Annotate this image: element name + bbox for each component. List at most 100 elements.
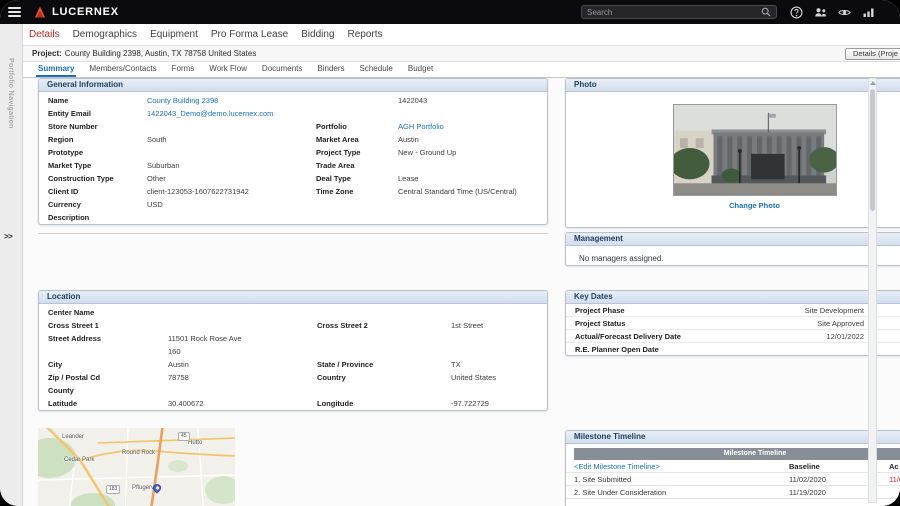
field-label <box>316 198 398 211</box>
subtab-forms[interactable]: Forms <box>170 62 197 77</box>
key-dates-panel: Key Dates Project Phase Site Development… <box>565 290 900 356</box>
subtab-budget[interactable]: Budget <box>406 62 435 77</box>
app-window: LUCERNEX Search Details Demographics Equ… <box>0 0 900 506</box>
tab-reports[interactable]: Reports <box>348 29 383 40</box>
field-value <box>147 211 316 224</box>
field-row: Construction Type Other Deal Type Lease <box>39 172 547 185</box>
change-photo-link[interactable]: Change Photo <box>729 201 780 210</box>
tab-details[interactable]: Details <box>29 29 60 40</box>
field-value: -97.722729 <box>451 399 489 408</box>
content-area: General Information Name County Building… <box>23 78 900 506</box>
management-panel: Management No managers assigned. <box>565 232 900 266</box>
route-shield: 183 <box>106 485 121 494</box>
logo-text: LUCERNEX <box>52 6 119 18</box>
milestone-row: 1. Site Submitted 11/02/2020 11/0 <box>566 473 900 486</box>
subtab-documents[interactable]: Documents <box>260 62 304 77</box>
field-label: Deal Type <box>316 174 351 183</box>
vertical-scrollbar[interactable] <box>868 78 877 503</box>
field-value: New - Ground Up <box>398 148 457 157</box>
field-value: Site Approved <box>817 319 864 328</box>
search-icon[interactable] <box>761 7 771 17</box>
subtab-work-flow[interactable]: Work Flow <box>207 62 249 77</box>
field-row: Client ID client-123053-1607622731942 Ti… <box>39 185 547 198</box>
field-value <box>398 107 547 120</box>
field-row: Store Number Portfolio AGH Portfolio <box>39 120 547 133</box>
milestone-actual-date: 11/0 <box>889 475 900 484</box>
field-label: Project Status <box>575 319 626 328</box>
menu-icon[interactable] <box>8 7 21 17</box>
field-label: Cross Street 1 <box>48 321 99 330</box>
field-value: 11501 Rock Rose Ave <box>168 334 242 343</box>
search-box[interactable] <box>581 5 777 19</box>
map-town-label: Leander <box>62 434 85 440</box>
subtab-schedule[interactable]: Schedule <box>358 62 395 77</box>
portfolio-navigation-label: Portfolio Navigation <box>7 58 14 129</box>
subtab-members-contacts[interactable]: Members/Contacts <box>87 62 158 77</box>
project-title: County Building 2398, Austin, TX 78758 U… <box>64 49 257 58</box>
edit-milestone-timeline-link[interactable]: <Edit Milestone Timeline> <box>574 460 789 473</box>
panel-title: Milestone Timeline <box>566 431 900 444</box>
subtab-summary[interactable]: Summary <box>36 62 77 77</box>
field-label: Prototype <box>48 148 84 157</box>
field-row: Description <box>39 211 547 224</box>
general-fields: Name County Building 2398 1422043 Entity… <box>39 92 547 224</box>
field-value-link[interactable]: 1422043_Demo@demo.lucernex.com <box>147 107 316 120</box>
stats-icon[interactable] <box>861 5 876 20</box>
field-label: Market Area <box>316 135 359 144</box>
milestone-name: 2. Site Under Consideration <box>574 488 667 497</box>
field-value: Austin <box>398 135 419 144</box>
sub-nav: Summary Members/Contacts Forms Work Flow… <box>23 62 900 78</box>
field-value-link[interactable]: AGH Portfolio <box>398 120 547 133</box>
field-label: Region <box>48 135 74 144</box>
field-label: Entity Email <box>48 109 91 118</box>
help-icon[interactable] <box>789 5 804 20</box>
scroll-up-arrow-icon[interactable] <box>870 81 876 85</box>
milestone-header-row: <Edit Milestone Timeline> Baseline Ac <box>566 460 900 473</box>
field-value-link[interactable]: County Building 2398 <box>147 94 316 107</box>
eye-icon[interactable] <box>837 5 852 20</box>
field-value: 160 <box>168 347 181 356</box>
map-town-label: Cedar Park <box>64 457 95 463</box>
field-label: Country <box>317 373 346 382</box>
field-label: County <box>48 386 74 395</box>
tab-bidding[interactable]: Bidding <box>301 29 334 40</box>
map[interactable]: Leander Cedar Park Round Rock Hutto Pflu… <box>38 428 235 506</box>
field-value <box>451 306 547 319</box>
field-label: Time Zone <box>316 187 354 196</box>
field-label: Name <box>48 96 69 105</box>
tab-pro-forma-lease[interactable]: Pro Forma Lease <box>211 29 288 40</box>
topbar-icons <box>789 5 876 20</box>
expand-panel-button[interactable]: >> <box>4 232 13 241</box>
field-value: TX <box>451 360 461 369</box>
field-label: Longitude <box>317 399 354 408</box>
scrollbar-thumb[interactable] <box>870 89 875 211</box>
field-label: Market Type <box>48 161 92 170</box>
tab-equipment[interactable]: Equipment <box>150 29 198 40</box>
tab-demographics[interactable]: Demographics <box>73 29 137 40</box>
milestone-row: 2. Site Under Consideration 11/19/2020 <box>566 486 900 499</box>
field-value: United States <box>451 373 497 382</box>
subtab-binders[interactable]: Binders <box>315 62 346 77</box>
field-label: Store Number <box>48 122 98 131</box>
portfolio-navigation-strip: Portfolio Navigation >> <box>0 24 23 506</box>
field-value <box>398 211 547 224</box>
route-shield: 45 <box>178 432 190 441</box>
location-panel: Location Center Name Cross Street 1 Cros… <box>38 290 548 411</box>
field-row: County <box>39 384 547 397</box>
milestone-actual-date <box>889 486 900 498</box>
field-value: Lease <box>398 174 419 183</box>
details-project-button[interactable]: Details (Proje <box>845 47 900 60</box>
field-label: Center Name <box>48 308 95 317</box>
field-value: 12/01/2022 <box>826 332 864 341</box>
field-value: Other <box>147 174 166 183</box>
admin-users-icon[interactable] <box>813 5 828 20</box>
field-label: Cross Street 2 <box>317 321 368 330</box>
milestone-timeline-panel: Milestone Timeline Milestone Timeline <E… <box>565 430 900 506</box>
field-row: Zip / Postal Cd 78758 Country United Sta… <box>39 371 547 384</box>
field-label <box>317 332 451 345</box>
search-input[interactable] <box>587 7 761 17</box>
field-label: City <box>48 360 63 369</box>
field-value: Suburban <box>147 161 180 170</box>
field-row: Prototype Project Type New - Ground Up <box>39 146 547 159</box>
field-row: Currency USD <box>39 198 547 211</box>
